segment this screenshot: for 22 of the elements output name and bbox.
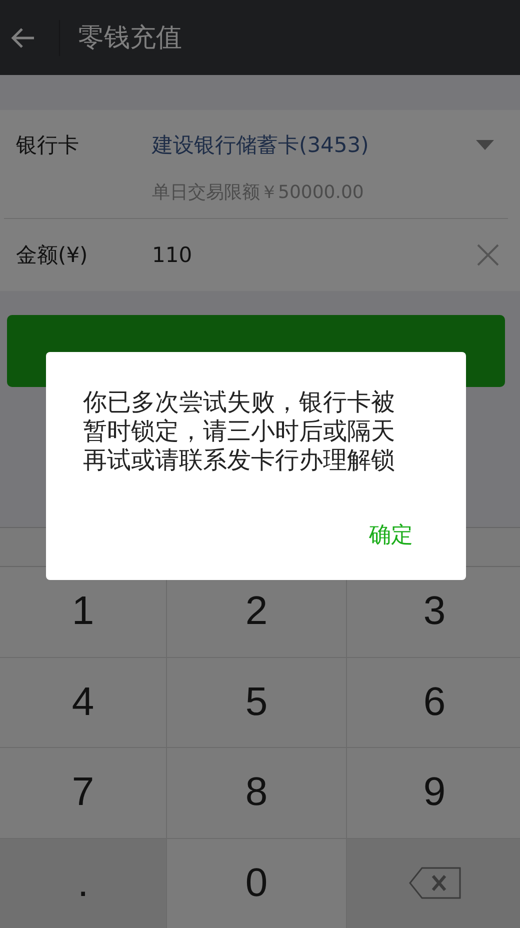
amount-field[interactable]: 110 bbox=[152, 243, 476, 267]
keypad-key[interactable]: 1 bbox=[0, 567, 166, 656]
bank-card-selector[interactable]: 建设银行储蓄卡(3453) bbox=[152, 131, 476, 159]
keypad-key[interactable]: 0 bbox=[167, 838, 346, 928]
dialog-message: 你已多次尝试失败，银行卡被暂时锁定，请三小时后或隔天再试或请联系发卡行办理解锁 bbox=[83, 388, 396, 475]
keypad-key[interactable]: 5 bbox=[167, 658, 346, 747]
keypad-key[interactable]: 6 bbox=[347, 658, 520, 747]
dropdown-caret-icon[interactable] bbox=[476, 140, 494, 150]
confirm-button[interactable]: 确定 bbox=[369, 520, 413, 550]
keypad-key[interactable]: 7 bbox=[0, 748, 166, 838]
keypad-key[interactable]: 3 bbox=[347, 567, 520, 656]
backspace-icon bbox=[408, 867, 460, 900]
keypad-key[interactable]: 8 bbox=[167, 748, 346, 838]
bank-card-label: 银行卡 bbox=[16, 132, 80, 159]
backspace-key[interactable] bbox=[347, 838, 520, 928]
keypad-key[interactable]: . bbox=[0, 838, 166, 928]
keypad-key[interactable]: 4 bbox=[0, 658, 166, 747]
keypad-key[interactable]: 9 bbox=[347, 748, 520, 838]
back-arrow-icon[interactable] bbox=[10, 26, 36, 48]
page-title: 零钱充值 bbox=[78, 22, 182, 55]
clear-icon[interactable] bbox=[476, 243, 500, 267]
amount-label: 金额(¥) bbox=[16, 242, 89, 269]
